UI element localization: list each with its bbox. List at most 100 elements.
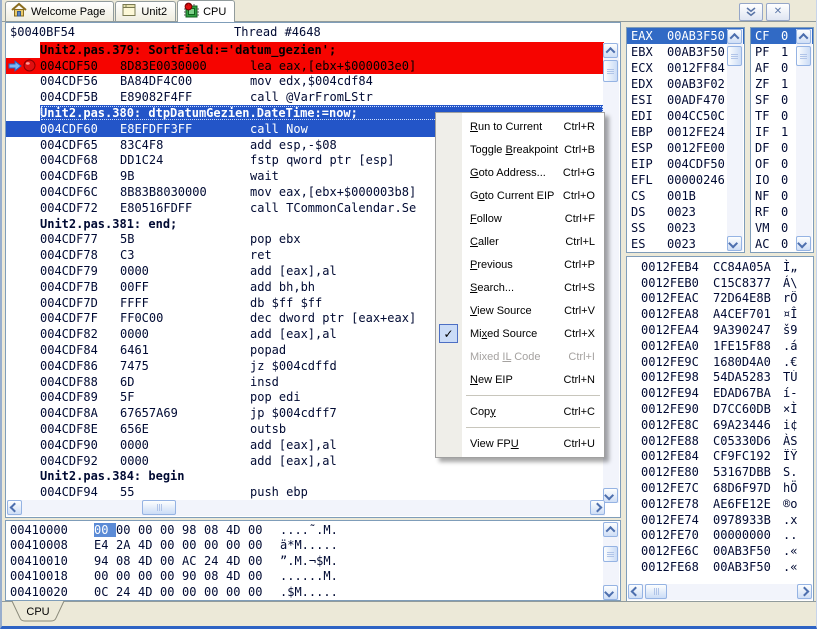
scroll-down-button[interactable] xyxy=(603,585,618,600)
memory-byte[interactable]: 00 xyxy=(160,554,182,568)
disasm-vertical-scrollbar[interactable] xyxy=(603,43,619,503)
registers-vertical-scrollbar[interactable] xyxy=(727,29,743,251)
memory-byte[interactable]: 00 xyxy=(248,554,270,568)
menu-item-previous[interactable]: PreviousCtrl+P xyxy=(436,253,604,276)
memory-byte[interactable]: E4 xyxy=(94,538,116,552)
memory-byte[interactable]: 4D xyxy=(138,554,160,568)
memory-byte[interactable]: 08 xyxy=(204,523,226,537)
menu-item-goto-current-eip[interactable]: Goto Current EIPCtrl+O xyxy=(436,184,604,207)
stack-row[interactable]: 0012FEA8A4CEF701¤Î xyxy=(627,306,813,322)
memory-byte[interactable]: 0C xyxy=(94,585,116,599)
memory-row[interactable]: 004100000000000098084D00....˜.M. xyxy=(6,522,604,538)
scroll-up-button[interactable] xyxy=(603,43,618,58)
menu-item-copy[interactable]: CopyCtrl+C xyxy=(436,400,604,423)
stack-row[interactable]: 0012FE740978933B.x xyxy=(627,512,813,528)
memory-byte[interactable]: 00 xyxy=(160,523,182,537)
memory-byte[interactable]: 00 xyxy=(116,523,138,537)
menu-item-new-eip[interactable]: New EIPCtrl+N xyxy=(436,368,604,391)
scroll-up-button[interactable] xyxy=(796,29,811,44)
memory-byte[interactable]: 00 xyxy=(248,569,270,583)
memory-byte[interactable]: 00 xyxy=(248,523,270,537)
instruction-row[interactable]: 004CDF56BA84DF4C00mov edx,$004cdf84 xyxy=(6,74,604,90)
memory-row[interactable]: 004100180000000090084D00......M. xyxy=(6,569,604,585)
scrollbar-thumb[interactable] xyxy=(727,46,742,66)
memory-byte[interactable]: 00 xyxy=(116,569,138,583)
menu-item-view-source[interactable]: View SourceCtrl+V xyxy=(436,299,604,322)
stack-row[interactable]: 0012FEAC72D64E8BrÖ xyxy=(627,291,813,307)
scroll-left-button[interactable] xyxy=(7,500,22,515)
stack-row[interactable]: 0012FE78AE6FE12E®o xyxy=(627,496,813,512)
memory-byte[interactable]: 2A xyxy=(116,538,138,552)
instruction-row[interactable]: 004CDF508D83E0030000lea eax,[ebx+$000003… xyxy=(6,58,604,74)
scroll-right-button[interactable] xyxy=(797,584,812,599)
stack-row[interactable]: 0012FE8C69A23446i¢ xyxy=(627,417,813,433)
stack-row[interactable]: 0012FE8053167DBBS. xyxy=(627,464,813,480)
memory-vertical-scrollbar[interactable] xyxy=(603,522,619,600)
memory-row[interactable]: 004100200C244D0000000000.$M..... xyxy=(6,584,604,600)
memory-byte[interactable]: 00 xyxy=(248,585,270,599)
memory-byte[interactable]: 24 xyxy=(204,554,226,568)
memory-byte[interactable]: 4D xyxy=(138,585,160,599)
stack-row[interactable]: 0012FE7000000000.. xyxy=(627,528,813,544)
memory-byte[interactable]: 4D xyxy=(138,538,160,552)
scroll-down-button[interactable] xyxy=(796,236,811,251)
memory-byte[interactable]: 00 xyxy=(182,538,204,552)
stack-row[interactable]: 0012FE94EDAD67BAí- xyxy=(627,385,813,401)
source-line-row[interactable]: Unit2.pas.384: begin xyxy=(6,469,604,485)
source-line-row[interactable]: Unit2.pas.379: SortField:='datum_gezien'… xyxy=(6,42,604,58)
flags-vertical-scrollbar[interactable] xyxy=(796,29,812,251)
tab-unit2[interactable]: Unit2 xyxy=(115,1,176,21)
instruction-row[interactable]: 004CDF9455push ebp xyxy=(6,484,604,500)
memory-byte[interactable]: 00 xyxy=(182,585,204,599)
stack-row[interactable]: 0012FEB4CC84A05AÌ„ xyxy=(627,259,813,275)
stack-row[interactable]: 0012FE6C00AB3F50.« xyxy=(627,543,813,559)
memory-byte[interactable]: 00 xyxy=(160,569,182,583)
memory-byte[interactable]: 00 xyxy=(138,523,160,537)
stack-row[interactable]: 0012FEA49A390247š9 xyxy=(627,322,813,338)
instruction-row[interactable]: 004CDF5BE89082F4FFcall @VarFromLStr xyxy=(6,89,604,105)
scrollbar-thumb[interactable] xyxy=(645,584,667,599)
tab-welcome-page[interactable]: Welcome Page xyxy=(5,1,114,21)
memory-byte[interactable]: 08 xyxy=(204,569,226,583)
disasm-horizontal-scrollbar[interactable] xyxy=(7,500,605,516)
scrollbar-thumb[interactable] xyxy=(796,46,811,66)
memory-byte[interactable]: 00 xyxy=(160,538,182,552)
memory-byte[interactable]: 00 xyxy=(160,585,182,599)
memory-byte[interactable]: 00 xyxy=(138,569,160,583)
dock-toggle-button[interactable] xyxy=(739,3,763,21)
scroll-down-button[interactable] xyxy=(727,236,742,251)
scrollbar-thumb[interactable] xyxy=(142,500,176,515)
menu-item-follow[interactable]: FollowCtrl+F xyxy=(436,207,604,230)
stack-horizontal-scrollbar[interactable] xyxy=(628,584,812,600)
menu-item-caller[interactable]: CallerCtrl+L xyxy=(436,230,604,253)
scroll-left-button[interactable] xyxy=(628,584,643,599)
memory-byte[interactable]: 00 xyxy=(226,585,248,599)
scroll-right-button[interactable] xyxy=(590,500,605,515)
stack-row[interactable]: 0012FE90D7CC60DB×Ì xyxy=(627,401,813,417)
memory-byte[interactable]: 00 xyxy=(94,523,116,537)
scrollbar-thumb[interactable] xyxy=(603,60,618,82)
memory-byte[interactable]: 98 xyxy=(182,523,204,537)
memory-byte[interactable]: 00 xyxy=(94,569,116,583)
memory-byte[interactable]: 00 xyxy=(248,538,270,552)
scroll-down-button[interactable] xyxy=(603,488,618,503)
tab-cpu-bottom[interactable]: CPU xyxy=(10,601,66,623)
scroll-up-button[interactable] xyxy=(603,522,618,537)
stack-row[interactable]: 0012FE9854DA5283TÚ xyxy=(627,370,813,386)
stack-row[interactable]: 0012FEA01FE15F88.á xyxy=(627,338,813,354)
memory-byte[interactable]: 08 xyxy=(116,554,138,568)
menu-item-run-to-current[interactable]: Run to CurrentCtrl+R xyxy=(436,115,604,138)
stack-row[interactable]: 0012FE88C05330D6ÀS xyxy=(627,433,813,449)
stack-row[interactable]: 0012FE6800AB3F50.« xyxy=(627,559,813,575)
memory-byte[interactable]: 24 xyxy=(116,585,138,599)
menu-item-view-fpu[interactable]: View FPUCtrl+U xyxy=(436,432,604,455)
memory-byte[interactable]: 00 xyxy=(204,538,226,552)
stack-row[interactable]: 0012FEB0C15C8377Á\ xyxy=(627,275,813,291)
memory-byte[interactable]: AC xyxy=(182,554,204,568)
memory-row[interactable]: 0041001094084D00AC244D00”.M.¬$M. xyxy=(6,553,604,569)
stack-row[interactable]: 0012FE9C1680D4A0.€ xyxy=(627,354,813,370)
close-button[interactable]: ✕ xyxy=(766,3,790,21)
menu-item-mixed-source[interactable]: ✓Mixed SourceCtrl+X xyxy=(436,322,604,345)
memory-byte[interactable]: 00 xyxy=(226,538,248,552)
memory-byte[interactable]: 00 xyxy=(204,585,226,599)
